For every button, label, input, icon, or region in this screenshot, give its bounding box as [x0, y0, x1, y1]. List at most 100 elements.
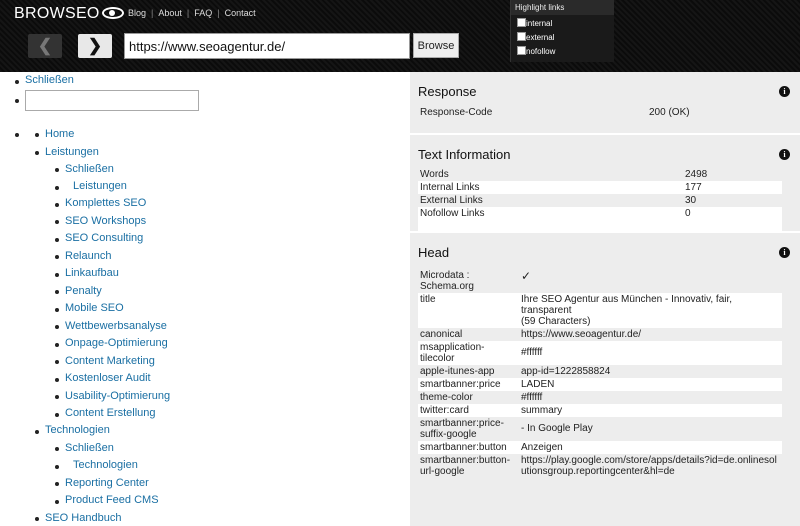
row-label: title — [418, 293, 519, 328]
forward-button[interactable]: ❯ — [78, 34, 112, 58]
info-icon[interactable]: i — [779, 149, 790, 160]
highlight-links-panel: Highlight links internal external nofoll… — [510, 0, 614, 62]
row-value: 30 — [685, 195, 697, 206]
row-value: LADEN — [519, 378, 782, 391]
bullet — [55, 290, 59, 294]
bullet — [55, 378, 59, 382]
table-row: Response-Code 200 (OK) — [418, 105, 782, 133]
sidebar-search-input[interactable] — [25, 90, 199, 111]
back-button[interactable]: ❮ — [28, 34, 62, 58]
browse-button[interactable]: Browse — [413, 33, 459, 58]
table-row: Internal Links 177 — [418, 181, 782, 194]
table-row: theme-color #ffffff — [418, 391, 782, 404]
row-value: Anzeigen — [519, 441, 782, 454]
logo[interactable]: BROWSEO — [14, 5, 124, 23]
menu-item-reporting-center[interactable]: Reporting Center — [65, 477, 149, 489]
menu-technologien-sub[interactable]: Technologien — [73, 459, 138, 471]
bullet — [35, 517, 39, 521]
menu-item-komplettes-seo[interactable]: Komplettes SEO — [65, 197, 146, 209]
row-value: #ffffff — [521, 392, 543, 403]
menu-item-usability-optimierung[interactable]: Usability-Optimierung — [65, 390, 170, 402]
table-row: canonical https://www.seoagentur.de/ — [418, 328, 782, 341]
head-title: Head — [418, 245, 450, 260]
top-bar: BROWSEO Blog | About | FAQ | Contact ❮ ❯ Brows… — [0, 0, 800, 72]
table-row: Words 2498 — [418, 168, 782, 181]
menu-home[interactable]: Home — [45, 128, 74, 140]
url-input[interactable] — [124, 33, 410, 59]
highlight-external[interactable]: external — [517, 32, 614, 43]
highlight-links-title: Highlight links — [511, 0, 614, 15]
highlight-internal[interactable]: internal — [517, 18, 614, 29]
menu-leistungen[interactable]: Leistungen — [45, 146, 99, 158]
menu-schliessen-2[interactable]: Schließen — [65, 442, 114, 454]
bullet — [55, 343, 59, 347]
table-row: smartbanner:button-url-google https://pla… — [418, 454, 782, 478]
bullet — [55, 168, 59, 172]
nav-separator: | — [186, 8, 190, 18]
menu-leistungen-sub[interactable]: Leistungen — [73, 180, 127, 192]
menu-schliessen[interactable]: Schließen — [65, 163, 114, 175]
analysis-panel: Response i Response-Code 200 (OK) Text Inf… — [410, 72, 800, 526]
menu-item-relaunch[interactable]: Relaunch — [65, 250, 111, 262]
info-icon[interactable]: i — [779, 247, 790, 258]
info-icon[interactable]: i — [779, 86, 790, 97]
menu-item-linkaufbau[interactable]: Linkaufbau — [65, 267, 119, 279]
row-label: Internal Links — [418, 181, 683, 194]
text-information-title: Text Information — [418, 147, 511, 162]
menu-item-penalty[interactable]: Penalty — [65, 285, 102, 297]
menu-item-mobile-seo[interactable]: Mobile SEO — [65, 302, 124, 314]
nav-blog[interactable]: Blog — [128, 8, 146, 18]
row-label: Nofollow Links — [418, 207, 683, 231]
row-label: smartbanner:price — [418, 378, 519, 391]
row-label: twitter:card — [418, 404, 519, 417]
response-section: Response i Response-Code 200 (OK) — [416, 72, 794, 133]
menu-item-content-erstellung[interactable]: Content Erstellung — [65, 407, 156, 419]
response-table: Response-Code 200 (OK) — [418, 105, 782, 133]
response-code-label: Response-Code — [420, 107, 493, 118]
row-label: msapplication-tilecolor — [418, 341, 519, 365]
row-value: #ffffff — [519, 341, 782, 365]
head-heading: Head i — [416, 233, 794, 266]
menu-technologien[interactable]: Technologien — [45, 424, 110, 436]
bullet — [15, 133, 19, 137]
bullet — [55, 273, 59, 277]
menu-item-content-marketing[interactable]: Content Marketing — [65, 355, 155, 367]
menu-item-onpage-optimierung[interactable]: Onpage-Optimierung — [65, 337, 168, 349]
response-title: Response — [418, 84, 477, 99]
row-label: Words — [420, 169, 449, 180]
checkbox-internal[interactable] — [517, 18, 526, 27]
menu-item-seo-workshops[interactable]: SEO Workshops — [65, 215, 146, 227]
table-row: Microdata : Schema.org ✓ — [418, 269, 782, 293]
bullet — [35, 151, 39, 155]
bullet — [55, 395, 59, 399]
row-label: smartbanner:button-url-google — [420, 455, 511, 477]
row-value: app-id=1222858824 — [521, 366, 611, 377]
nav-contact[interactable]: Contact — [225, 8, 256, 18]
chevron-left-icon: ❮ — [37, 36, 53, 55]
row-value: https://www.seoagentur.de/ — [521, 329, 642, 340]
bullet — [55, 447, 59, 451]
bullet — [55, 325, 59, 329]
nav-faq[interactable]: FAQ — [194, 8, 212, 18]
checkbox-external[interactable] — [517, 32, 526, 41]
bullet — [55, 413, 59, 417]
menu-item-kostenloser-audit[interactable]: Kostenloser Audit — [65, 372, 151, 384]
nav-about[interactable]: About — [158, 8, 182, 18]
close-top-link[interactable]: Schließen — [25, 74, 74, 86]
response-heading: Response i — [416, 72, 794, 105]
menu-item-wettbewerbsanalyse[interactable]: Wettbewerbsanalyse — [65, 320, 167, 332]
menu-item-product-feed-cms[interactable]: Product Feed CMS — [65, 494, 159, 506]
eye-icon — [101, 7, 124, 19]
bullet — [15, 99, 19, 103]
table-row: msapplication-tilecolor #ffffff — [418, 341, 782, 365]
menu-seo-handbuch[interactable]: SEO Handbuch — [45, 512, 121, 524]
row-label: canonical — [420, 329, 463, 340]
row-value: Ihre SEO Agentur aus München - Innovativ… — [519, 293, 782, 328]
checkbox-nofollow[interactable] — [517, 46, 526, 55]
row-label: Microdata : Schema.org — [420, 270, 474, 292]
table-row: twitter:card summary — [418, 404, 782, 417]
chevron-right-icon: ❯ — [87, 36, 103, 55]
table-row: smartbanner:button Anzeigen — [418, 441, 782, 454]
highlight-nofollow[interactable]: nofollow — [517, 46, 614, 57]
menu-item-seo-consulting[interactable]: SEO Consulting — [65, 232, 143, 244]
